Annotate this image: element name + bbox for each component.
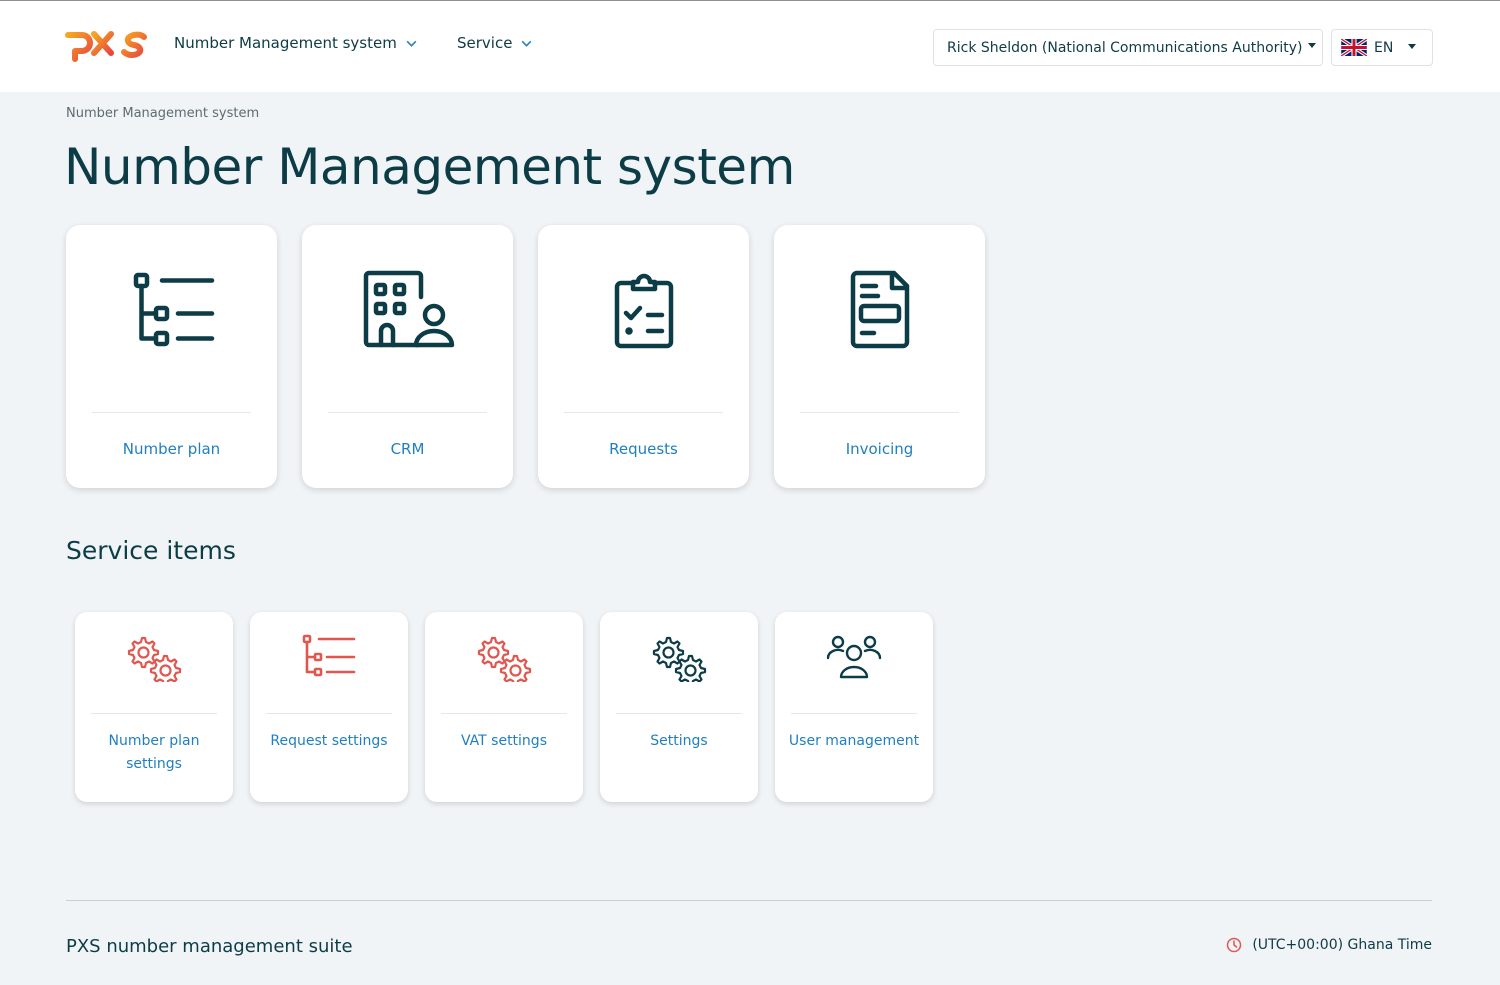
user-account-label: Rick Sheldon (National Communications Au… xyxy=(947,39,1303,56)
service-settings[interactable]: Settings xyxy=(600,612,758,802)
user-account-dropdown[interactable]: Rick Sheldon (National Communications Au… xyxy=(933,29,1323,66)
service-vat-settings[interactable]: VAT settings xyxy=(425,612,583,802)
footer-title: PXS number management suite xyxy=(66,936,353,957)
gears-icon xyxy=(652,636,707,682)
page-title: Number Management system xyxy=(64,138,795,196)
card-label: CRM xyxy=(390,440,425,458)
nav-service-label: Service xyxy=(457,34,513,52)
invoice-document-icon xyxy=(850,270,909,349)
service-request-settings[interactable]: Request settings xyxy=(250,612,408,802)
service-item-label: User management xyxy=(788,733,920,749)
card-divider xyxy=(564,412,723,413)
tree-list-icon xyxy=(133,272,214,347)
card-divider xyxy=(441,713,567,714)
nav-number-management[interactable]: Number Management system xyxy=(174,34,418,52)
card-divider xyxy=(92,412,251,413)
service-item-label: Request settings xyxy=(270,733,388,749)
card-divider xyxy=(800,412,959,413)
language-dropdown[interactable]: EN xyxy=(1331,29,1433,66)
chevron-down-icon xyxy=(406,40,417,47)
service-number-plan-settings[interactable]: Number plan settings xyxy=(75,612,233,802)
nav-service[interactable]: Service xyxy=(457,34,533,52)
gears-icon xyxy=(477,636,532,682)
service-items-heading: Service items xyxy=(66,536,236,565)
breadcrumb: Number Management system xyxy=(66,106,260,121)
tree-list-icon xyxy=(302,634,356,677)
timezone-label: (UTC+00:00) Ghana Time xyxy=(1252,937,1432,953)
caret-down-icon xyxy=(1307,43,1316,48)
service-item-label: Number plan settings xyxy=(108,733,200,772)
footer-timezone: (UTC+00:00) Ghana Time xyxy=(1226,937,1432,953)
footer-divider xyxy=(66,900,1432,901)
clipboard-check-icon xyxy=(614,273,673,349)
card-divider xyxy=(328,412,487,413)
card-divider xyxy=(91,713,217,714)
nav-number-management-label: Number Management system xyxy=(174,34,397,52)
caret-down-icon xyxy=(1408,44,1416,49)
card-divider xyxy=(616,713,742,714)
gears-icon xyxy=(127,636,182,682)
language-label: EN xyxy=(1374,39,1394,56)
service-user-management[interactable]: User management xyxy=(775,612,933,802)
card-number-plan[interactable]: Number plan xyxy=(66,225,277,488)
users-icon xyxy=(826,635,882,679)
card-invoicing[interactable]: Invoicing xyxy=(774,225,985,488)
card-label: Number plan xyxy=(122,440,221,458)
pxs-logo[interactable] xyxy=(64,25,150,63)
card-label: Requests xyxy=(609,440,678,458)
service-item-label: Settings xyxy=(650,733,708,749)
card-crm[interactable]: CRM xyxy=(302,225,513,488)
card-requests[interactable]: Requests xyxy=(538,225,749,488)
card-divider xyxy=(791,713,917,714)
top-header: Number Management system Service Rick Sh… xyxy=(0,0,1500,92)
card-label: Invoicing xyxy=(845,440,914,458)
chevron-down-icon xyxy=(522,40,532,47)
card-divider xyxy=(266,713,392,714)
service-item-label: VAT settings xyxy=(460,733,547,749)
clock-icon xyxy=(1227,937,1242,953)
uk-flag-icon xyxy=(1341,39,1367,56)
building-person-icon xyxy=(363,270,454,348)
